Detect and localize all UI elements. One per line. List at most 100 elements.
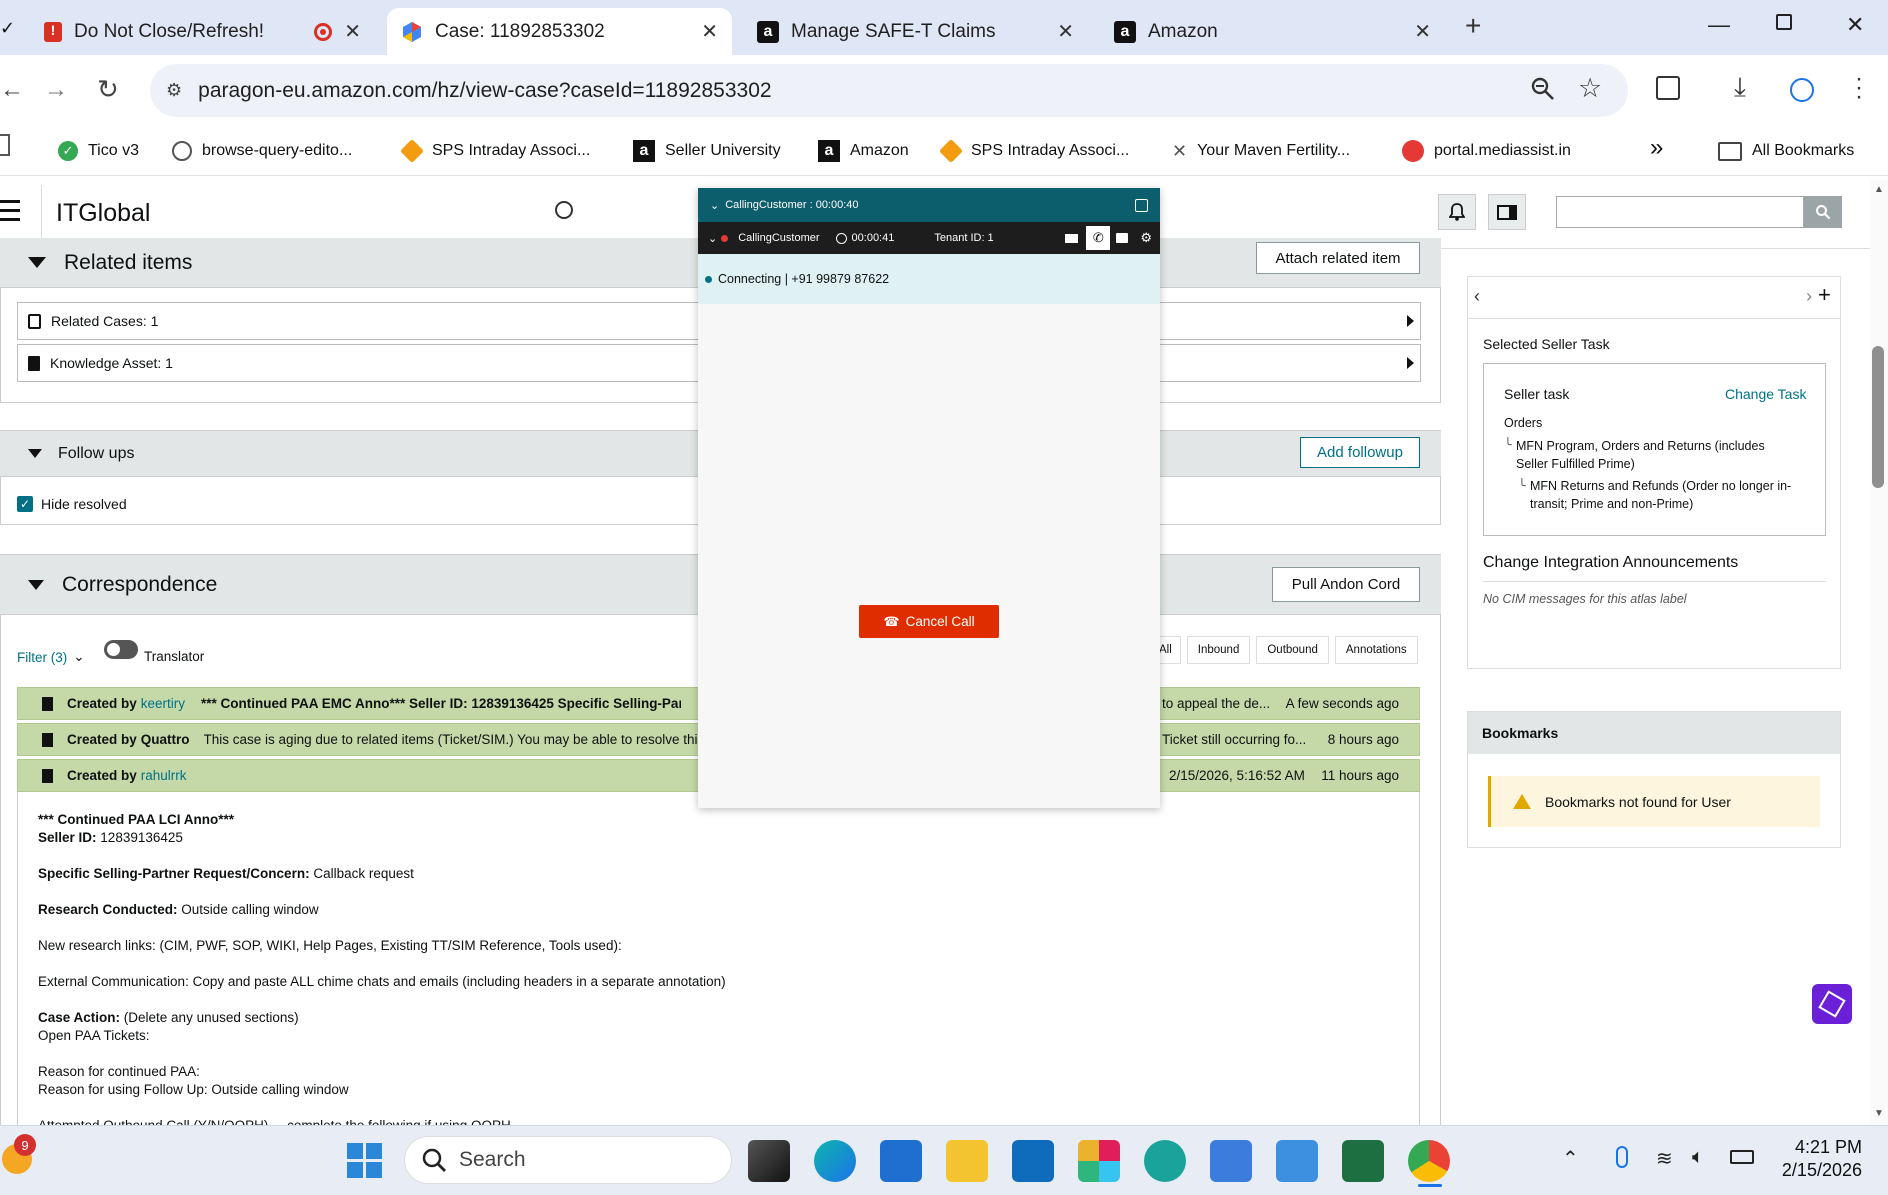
reload-icon[interactable]: ↻ [97,74,119,105]
teal-app-icon[interactable] [1144,1140,1186,1182]
globe-icon[interactable] [555,201,573,219]
search-button[interactable] [1804,196,1842,228]
body-value: 12839136425 [100,830,183,845]
wifi-icon[interactable]: ≋ [1656,1146,1673,1171]
battery-icon[interactable] [1730,1150,1754,1164]
window-close-icon[interactable]: ✕ [1846,12,1864,38]
body-line: External Communication: Copy and paste A… [38,974,726,989]
author-link[interactable]: keertiry [141,696,185,711]
scroll-up-icon[interactable]: ▲ [1874,184,1884,195]
filter-annotations[interactable]: Annotations [1334,636,1418,664]
phone-icon[interactable]: ✆ [1086,226,1111,250]
annotation-body: *** Continued PAA LCI Anno*** Seller ID:… [38,811,1398,1125]
hamburger-icon[interactable] [0,200,20,221]
zoom-icon[interactable] [1530,76,1556,102]
chevron-left-icon[interactable]: ‹ [1474,286,1480,307]
close-tab-icon[interactable]: ✕ [344,19,361,44]
clock-date[interactable]: 2/15/2026 [1766,1160,1862,1181]
attach-related-item-button[interactable]: Attach related item [1256,242,1420,274]
header-search-input[interactable] [1556,196,1804,228]
tab-amazon[interactable]: a Amazon ✕ [1100,8,1445,55]
apps-icon[interactable] [0,134,10,156]
close-tab-icon[interactable]: ✕ [1414,19,1431,44]
bookmark-item[interactable]: ✓ Tico v3 [58,133,139,169]
download-icon[interactable]: ⤓ [1734,72,1746,104]
scrollbar-thumb[interactable] [1872,346,1884,488]
filter-outbound[interactable]: Outbound [1256,636,1329,664]
mail-icon[interactable] [1065,233,1079,243]
star-icon[interactable]: ☆ [1578,73,1602,104]
hide-resolved-checkbox[interactable]: ✓ [17,496,33,512]
add-icon[interactable]: + [1818,282,1831,308]
new-tab-icon[interactable]: + [1465,10,1481,42]
edge-icon[interactable] [814,1140,856,1182]
file-explorer-icon[interactable] [946,1140,988,1182]
tray-chevron-up-icon[interactable]: ⌃ [1562,1146,1579,1171]
call-widget-titlebar[interactable]: ⌄ CallingCustomer : 00:00:40 [698,188,1160,222]
mail-app-icon[interactable] [1210,1140,1252,1182]
bookmark-item[interactable]: a Seller University [633,133,781,169]
header-divider [41,185,42,245]
settings-gear-icon[interactable]: ⚙ [1140,230,1152,246]
popout-icon[interactable] [1135,198,1148,212]
tab-safet[interactable]: a Manage SAFE-T Claims ✕ [743,8,1088,55]
panel-toggle-icon[interactable] [1488,194,1526,230]
chrome-icon[interactable] [1408,1140,1450,1182]
folder-icon [1718,141,1742,161]
chat-icon[interactable] [1116,233,1129,243]
restore-icon[interactable] [1776,14,1792,30]
bookmark-item[interactable]: SPS Intraday Associ... [399,133,590,169]
tab-scroll-icon[interactable]: ✓ [0,18,15,39]
filter-inbound[interactable]: Inbound [1186,636,1251,664]
microphone-icon[interactable] [1616,1146,1628,1168]
taskview-icon[interactable] [748,1140,790,1182]
url-omnibox[interactable]: ⚙ paragon-eu.amazon.com/hz/view-case?cas… [150,64,1628,117]
close-tab-icon[interactable]: ✕ [701,19,718,44]
site-info-icon[interactable]: ⚙ [166,80,182,101]
chevron-right-icon[interactable]: › [1806,286,1812,307]
clock-time[interactable]: 4:21 PM [1776,1137,1862,1158]
windows-start-icon[interactable] [347,1143,383,1179]
translator-toggle[interactable] [104,640,138,659]
author-link[interactable]: rahulrrk [141,768,187,783]
taskbar-search[interactable]: Search [404,1136,732,1184]
pull-andon-cord-button[interactable]: Pull Andon Cord [1272,567,1420,602]
excel-icon[interactable] [1342,1140,1384,1182]
store-icon[interactable] [880,1140,922,1182]
scroll-down-icon[interactable]: ▼ [1874,1108,1884,1119]
outlook-icon[interactable] [1012,1140,1054,1182]
add-followup-button[interactable]: Add followup [1300,437,1420,468]
tab-do-not-close[interactable]: ! Do Not Close/Refresh! ✕ [30,8,375,55]
all-bookmarks[interactable]: All Bookmarks [1718,133,1854,169]
page-scrollbar[interactable] [1870,180,1888,1125]
notifications-bell-icon[interactable] [1438,194,1476,230]
tree-branch-icon: ╰ [1518,479,1526,493]
bookmark-item[interactable]: a Amazon [818,133,909,169]
close-tab-icon[interactable]: ✕ [1057,19,1074,44]
bookmark-item[interactable]: portal.mediassist.in [1402,133,1571,169]
forward-icon[interactable]: → [44,76,68,104]
bookmark-item[interactable]: SPS Intraday Associ... [938,133,1129,169]
bookmarks-overflow-icon[interactable]: » [1650,133,1663,169]
slack-icon[interactable] [1078,1140,1120,1182]
filter-dropdown[interactable]: Filter (3) ⌄ [17,649,85,665]
bookmark-item[interactable]: browse-query-edito... [172,133,352,169]
menu-kebab-icon[interactable]: · · · [1855,67,1863,109]
chevron-down-icon: ⌄ [708,232,718,245]
profile-icon[interactable] [1790,78,1814,102]
change-task-link[interactable]: Change Task [1725,386,1806,402]
back-icon[interactable]: ← [0,76,24,104]
document-icon [42,696,53,711]
notepad-icon[interactable] [1276,1140,1318,1182]
caret-right-icon [1407,357,1414,369]
bookmark-label: Amazon [850,142,909,159]
cancel-call-button[interactable]: ☎ Cancel Call [859,605,999,638]
assistant-app-icon[interactable] [1812,984,1852,1024]
tab-case[interactable]: Case: 11892853302 ✕ [387,8,732,55]
bookmark-item[interactable]: ✕ Your Maven Fertility... [1172,133,1350,169]
minimize-icon[interactable]: — [1708,12,1730,38]
body-line: Attempted Outbound Call (Y/N/OOPH) ... c… [38,1117,1398,1125]
volume-icon[interactable]: 🔈︎ [1692,1146,1704,1169]
section-title: Correspondence [62,572,218,596]
extensions-icon[interactable] [1656,76,1680,100]
